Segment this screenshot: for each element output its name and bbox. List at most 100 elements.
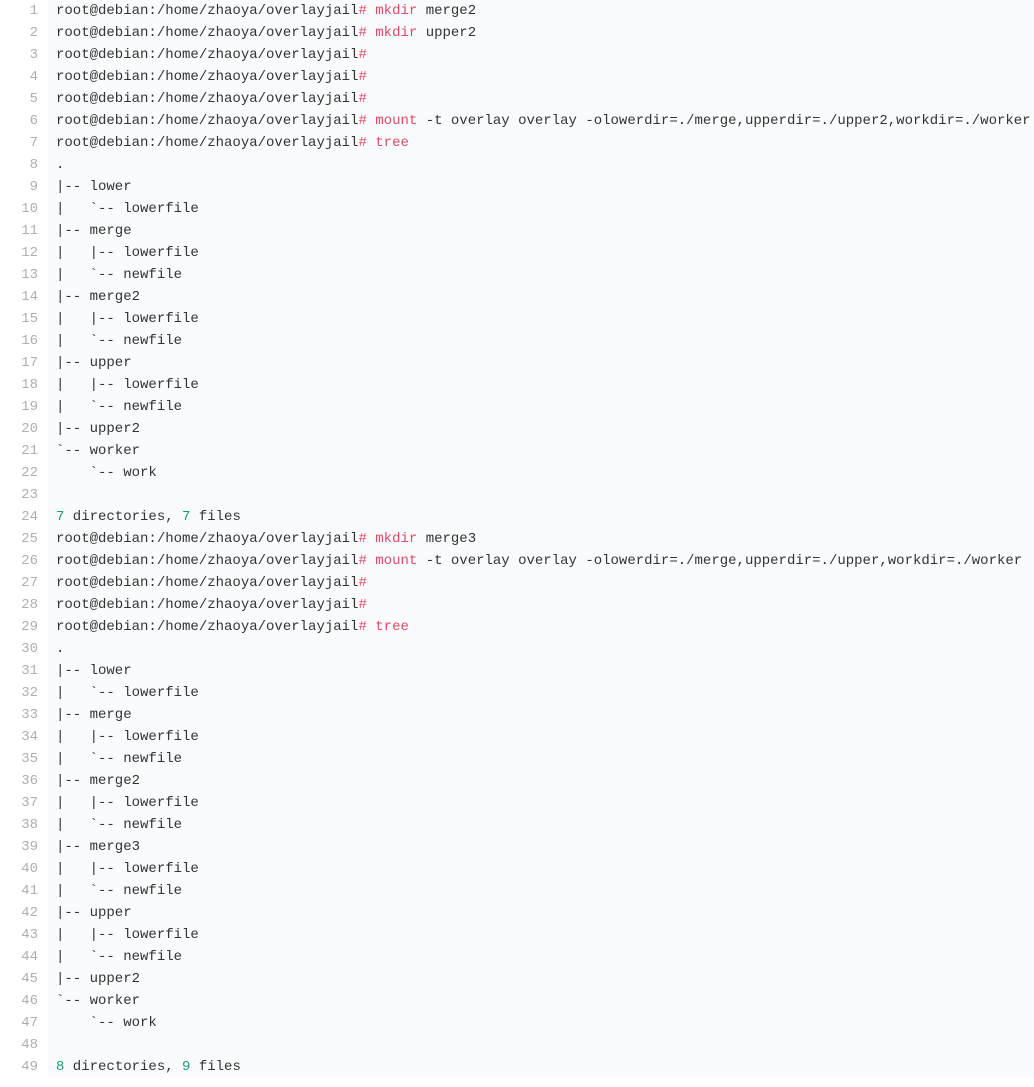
line-number: 19 (0, 396, 48, 418)
code-line: root@debian:/home/zhaoya/overlayjail# (48, 66, 1034, 88)
line-number: 26 (0, 550, 48, 572)
output-text: |-- lower (56, 179, 132, 195)
code-line: root@debian:/home/zhaoya/overlayjail# tr… (48, 616, 1034, 638)
line-number: 29 (0, 616, 48, 638)
line-number: 46 (0, 990, 48, 1012)
line-number: 43 (0, 924, 48, 946)
shell-prompt: root@debian:/home/zhaoya/overlayjail (56, 575, 358, 591)
shell-prompt: root@debian:/home/zhaoya/overlayjail (56, 47, 358, 63)
output-text: . (56, 641, 64, 657)
output-text: . (56, 157, 64, 173)
code-line: | |-- lowerfile (48, 242, 1034, 264)
shell-prompt: root@debian:/home/zhaoya/overlayjail (56, 69, 358, 85)
output-text: `-- worker (56, 993, 140, 1009)
line-number: 45 (0, 968, 48, 990)
code-line: `-- worker (48, 440, 1034, 462)
output-text: | `-- newfile (56, 399, 182, 415)
line-number: 6 (0, 110, 48, 132)
output-text: | `-- lowerfile (56, 685, 199, 701)
summary-tail: files (190, 1059, 240, 1075)
shell-prompt: root@debian:/home/zhaoya/overlayjail (56, 113, 358, 129)
command-args: upper2 (426, 25, 476, 41)
code-line: | |-- lowerfile (48, 308, 1034, 330)
code-line: |-- merge3 (48, 836, 1034, 858)
code-line: | `-- lowerfile (48, 198, 1034, 220)
output-text: |-- merge2 (56, 289, 140, 305)
prompt-hash: # (358, 25, 366, 41)
output-text: | `-- newfile (56, 817, 182, 833)
line-number: 39 (0, 836, 48, 858)
line-number: 13 (0, 264, 48, 286)
output-text: | `-- newfile (56, 267, 182, 283)
line-number: 16 (0, 330, 48, 352)
line-number: 22 (0, 462, 48, 484)
line-number: 40 (0, 858, 48, 880)
line-number: 28 (0, 594, 48, 616)
command-name: mount (375, 113, 417, 129)
output-text: | `-- lowerfile (56, 201, 199, 217)
line-number: 21 (0, 440, 48, 462)
code-line: root@debian:/home/zhaoya/overlayjail# (48, 88, 1034, 110)
code-line: | |-- lowerfile (48, 726, 1034, 748)
line-number: 15 (0, 308, 48, 330)
line-number-gutter: 1234567891011121314151617181920212223242… (0, 0, 48, 1078)
code-line: root@debian:/home/zhaoya/overlayjail# mk… (48, 0, 1034, 22)
code-line: |-- merge (48, 220, 1034, 242)
prompt-hash: # (358, 47, 366, 63)
code-line (48, 1034, 1034, 1056)
line-number: 32 (0, 682, 48, 704)
output-text: |-- upper2 (56, 971, 140, 987)
code-line: |-- lower (48, 176, 1034, 198)
output-text: `-- worker (56, 443, 140, 459)
line-number: 4 (0, 66, 48, 88)
line-number: 9 (0, 176, 48, 198)
output-text: | |-- lowerfile (56, 795, 199, 811)
code-line: | |-- lowerfile (48, 792, 1034, 814)
command-args: merge3 (426, 531, 476, 547)
line-number: 30 (0, 638, 48, 660)
output-text: | |-- lowerfile (56, 927, 199, 943)
prompt-hash: # (358, 553, 366, 569)
code-line: | |-- lowerfile (48, 374, 1034, 396)
output-text: `-- work (56, 1015, 157, 1031)
shell-prompt: root@debian:/home/zhaoya/overlayjail (56, 91, 358, 107)
code-line: |-- upper (48, 902, 1034, 924)
output-text: | |-- lowerfile (56, 311, 199, 327)
line-number: 5 (0, 88, 48, 110)
output-text: | `-- newfile (56, 333, 182, 349)
code-area[interactable]: root@debian:/home/zhaoya/overlayjail# mk… (48, 0, 1034, 1078)
line-number: 18 (0, 374, 48, 396)
code-line: | `-- newfile (48, 330, 1034, 352)
output-text: `-- work (56, 465, 157, 481)
line-number: 1 (0, 0, 48, 22)
output-text: | |-- lowerfile (56, 377, 199, 393)
command-name: mkdir (375, 25, 417, 41)
prompt-hash: # (358, 531, 366, 547)
code-line: root@debian:/home/zhaoya/overlayjail# mk… (48, 22, 1034, 44)
code-line: 8 directories, 9 files (48, 1056, 1034, 1078)
output-text: | `-- newfile (56, 883, 182, 899)
shell-prompt: root@debian:/home/zhaoya/overlayjail (56, 3, 358, 19)
code-line: |-- merge2 (48, 286, 1034, 308)
shell-prompt: root@debian:/home/zhaoya/overlayjail (56, 597, 358, 613)
line-number: 38 (0, 814, 48, 836)
output-text: | |-- lowerfile (56, 729, 199, 745)
line-number: 20 (0, 418, 48, 440)
line-number: 24 (0, 506, 48, 528)
line-number: 8 (0, 154, 48, 176)
output-text: |-- merge (56, 707, 132, 723)
prompt-hash: # (358, 113, 366, 129)
code-line: . (48, 638, 1034, 660)
prompt-hash: # (358, 69, 366, 85)
code-line: | `-- newfile (48, 946, 1034, 968)
line-number: 37 (0, 792, 48, 814)
line-number: 11 (0, 220, 48, 242)
output-text: |-- upper2 (56, 421, 140, 437)
code-line: | `-- newfile (48, 814, 1034, 836)
command-name: tree (375, 619, 409, 635)
code-line: | |-- lowerfile (48, 924, 1034, 946)
line-number: 41 (0, 880, 48, 902)
code-line: root@debian:/home/zhaoya/overlayjail# (48, 594, 1034, 616)
prompt-hash: # (358, 597, 366, 613)
output-text: |-- merge2 (56, 773, 140, 789)
